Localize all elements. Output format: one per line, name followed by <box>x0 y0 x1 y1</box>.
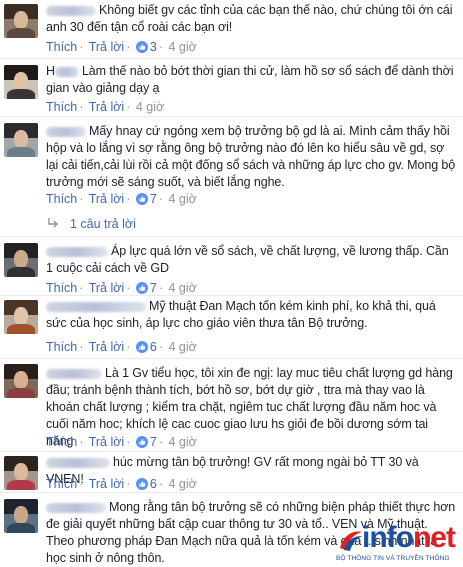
author-name[interactable] <box>46 368 102 379</box>
comment-text: Áp lực quá lớn về sổ sách, về chất lượng… <box>46 244 449 275</box>
comment-actions: Thích · Trả lời · 4 giờ <box>46 100 164 114</box>
comment-actions: Thích · Trả lời · 7 · 4 giờ <box>46 281 197 295</box>
timestamp[interactable]: 4 giờ <box>168 477 196 491</box>
like-button[interactable]: Thích <box>46 100 77 114</box>
separator: · <box>79 477 84 491</box>
separator: · <box>126 100 131 114</box>
reply-button[interactable]: Trả lời <box>89 192 125 206</box>
thumbs-up-icon <box>135 193 148 205</box>
separator: · <box>158 477 163 491</box>
divider <box>0 295 463 296</box>
timestamp[interactable]: 4 giờ <box>168 40 196 54</box>
avatar[interactable] <box>4 300 38 334</box>
thumbs-up-icon <box>135 341 148 353</box>
timestamp[interactable]: 4 giờ <box>168 340 196 354</box>
divider <box>0 492 463 493</box>
reply-arrow-icon <box>48 218 58 228</box>
author-name[interactable] <box>46 502 106 513</box>
separator: · <box>158 340 163 354</box>
avatar[interactable] <box>4 364 38 398</box>
timestamp[interactable]: 4 giờ <box>168 281 196 295</box>
avatar[interactable] <box>4 65 38 99</box>
author-name[interactable] <box>54 66 79 77</box>
separator: · <box>79 340 84 354</box>
like-count[interactable]: 3 <box>135 40 157 54</box>
infonet-swoosh-icon <box>340 531 362 551</box>
like-button[interactable]: Thích <box>46 40 77 54</box>
logo-wordmark: infonet <box>362 521 456 554</box>
comment-text: Mấy hnay cứ ngóng xem bộ trưởng bộ gd là… <box>46 124 456 189</box>
like-count[interactable]: 7 <box>135 192 157 206</box>
like-button[interactable]: Thích <box>46 435 77 449</box>
separator: · <box>79 40 84 54</box>
avatar[interactable] <box>4 123 38 157</box>
reply-button[interactable]: Trả lời <box>89 340 125 354</box>
avatar[interactable] <box>4 4 38 38</box>
separator: · <box>126 477 131 491</box>
like-count[interactable]: 7 <box>135 281 157 295</box>
separator: · <box>126 281 131 295</box>
like-count[interactable]: 6 <box>135 477 157 491</box>
comment-actions: Thích · Trả lời · 6 · 4 giờ <box>46 477 197 491</box>
separator: · <box>126 340 131 354</box>
divider <box>0 358 463 359</box>
comment-actions: Thích · Trả lời · 6 · 4 giờ <box>46 340 197 354</box>
author-name[interactable] <box>46 457 110 468</box>
comment-actions: Thích · Trả lời · 7 · 4 giờ <box>46 435 197 449</box>
timestamp[interactable]: 4 giờ <box>136 100 164 114</box>
separator: · <box>158 435 163 449</box>
separator: · <box>158 40 163 54</box>
like-button[interactable]: Thích <box>46 192 77 206</box>
thumbs-up-icon <box>135 436 148 448</box>
separator: · <box>126 192 131 206</box>
author-name[interactable] <box>46 301 146 312</box>
thumbs-up-icon <box>135 41 148 53</box>
divider <box>0 451 463 452</box>
separator: · <box>79 192 84 206</box>
comment-actions: Thích · Trả lời · 3 · 4 giờ <box>46 40 197 54</box>
reply-button[interactable]: Trả lời <box>89 40 125 54</box>
like-count[interactable]: 7 <box>135 435 157 449</box>
separator: · <box>158 281 163 295</box>
separator: · <box>126 40 131 54</box>
logo-tagline: BỘ THÔNG TIN VÀ TRUYỀN THÔNG <box>336 555 450 562</box>
separator: · <box>126 435 131 449</box>
thumbs-up-icon <box>135 282 148 294</box>
reply-button[interactable]: Trả lời <box>89 281 125 295</box>
author-name[interactable] <box>46 126 86 137</box>
avatar[interactable] <box>4 456 38 490</box>
author-name[interactable] <box>46 246 108 257</box>
separator: · <box>79 100 84 114</box>
view-replies-link[interactable]: 1 câu trả lời <box>46 217 136 231</box>
like-button[interactable]: Thích <box>46 340 77 354</box>
infonet-logo: infonet BỘ THÔNG TIN VÀ TRUYỀN THÔNG <box>336 522 460 564</box>
divider <box>0 236 463 237</box>
like-button[interactable]: Thích <box>46 477 77 491</box>
timestamp[interactable]: 4 giờ <box>168 435 196 449</box>
divider <box>0 116 463 117</box>
avatar[interactable] <box>4 243 38 277</box>
author-name[interactable] <box>46 5 96 16</box>
comment-actions: Thích · Trả lời · 7 · 4 giờ <box>46 192 197 206</box>
reply-button[interactable]: Trả lời <box>89 435 125 449</box>
like-count[interactable]: 6 <box>135 340 157 354</box>
reply-button[interactable]: Trả lời <box>89 477 125 491</box>
avatar[interactable] <box>4 499 38 533</box>
timestamp[interactable]: 4 giờ <box>168 192 196 206</box>
like-button[interactable]: Thích <box>46 281 77 295</box>
thumbs-up-icon <box>135 478 148 490</box>
separator: · <box>79 435 84 449</box>
comment-text: Không biết gv các tỉnh của các bạn thế n… <box>46 3 453 34</box>
separator: · <box>79 281 84 295</box>
comment-text: H Làm thế nào bỏ bớt thời gian thi cử, là… <box>46 64 454 95</box>
comment-text: Mỹ thuật Đan Mạch tốn kém kinh phí, ko k… <box>46 299 436 330</box>
reply-button[interactable]: Trả lời <box>89 100 125 114</box>
separator: · <box>158 192 163 206</box>
divider <box>0 58 463 59</box>
